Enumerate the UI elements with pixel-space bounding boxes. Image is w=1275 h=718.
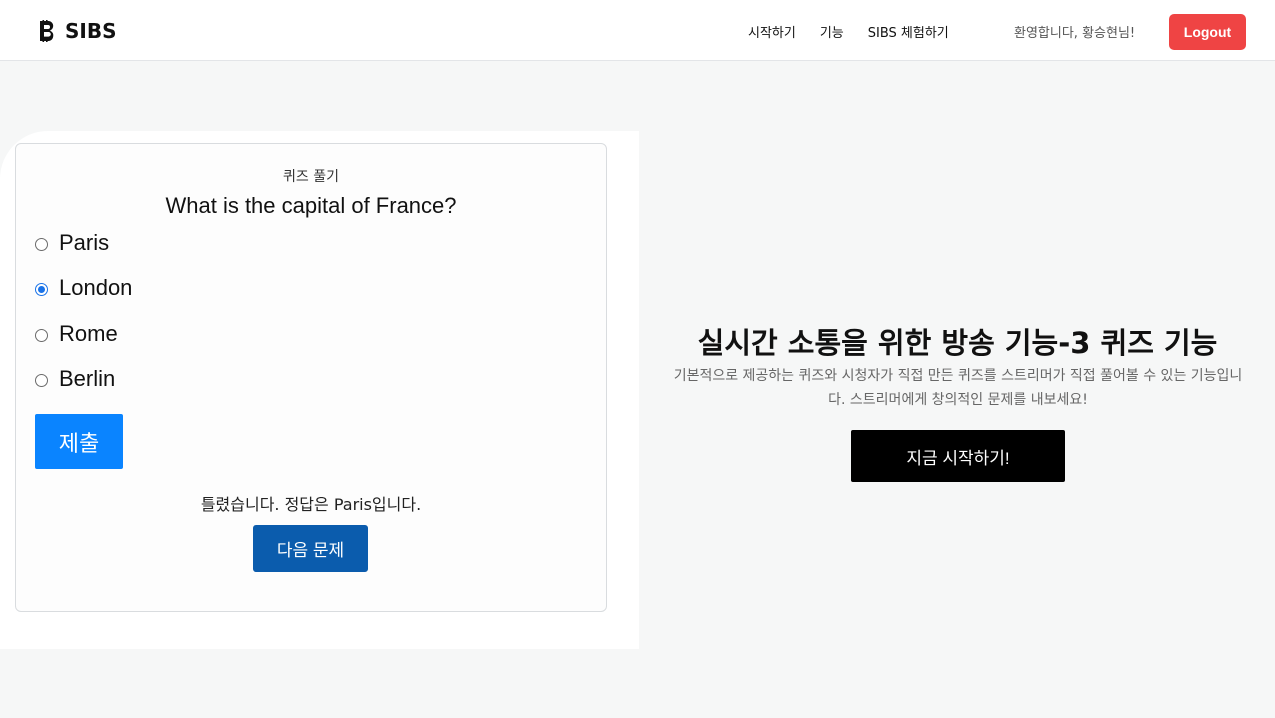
nav-features[interactable]: 기능 (820, 22, 844, 41)
main-nav: 시작하기 기능 SIBS 체험하기 (748, 22, 949, 41)
radio-button[interactable] (35, 328, 48, 342)
nav-try-sibs[interactable]: SIBS 체험하기 (868, 22, 949, 41)
brand[interactable]: SIBS (37, 19, 117, 43)
option-paris[interactable]: Paris (35, 228, 132, 273)
option-berlin[interactable]: Berlin (35, 364, 132, 409)
logout-button[interactable]: Logout (1169, 14, 1246, 50)
quiz-heading: 퀴즈 풀기 (283, 169, 339, 185)
logo-icon (40, 20, 54, 42)
option-label: Rome (59, 320, 118, 346)
radio-button-selected[interactable] (35, 283, 48, 297)
next-question-button[interactable]: 다음 문제 (253, 525, 368, 572)
option-label: London (59, 275, 133, 301)
option-label: Paris (59, 230, 110, 255)
answer-options: Paris London Rome Berlin (35, 228, 132, 409)
result-message: 틀렸습니다. 정답은 Paris입니다. (200, 495, 422, 514)
start-now-button[interactable]: 지금 시작하기! (851, 430, 1065, 482)
nav-start[interactable]: 시작하기 (748, 22, 796, 41)
option-rome[interactable]: Rome (35, 319, 132, 364)
brand-name: SIBS (65, 19, 117, 43)
feature-description: 기본적으로 제공하는 퀴즈와 시청자가 직접 만든 퀴즈를 스트리머가 직접 풀… (673, 368, 1243, 408)
welcome-message: 환영합니다, 황승현님! (1014, 26, 1136, 41)
option-london[interactable]: London (35, 273, 132, 318)
radio-button[interactable] (35, 373, 48, 387)
option-label: Berlin (59, 365, 116, 391)
quiz-question: What is the capital of France? (165, 193, 457, 218)
radio-button[interactable] (35, 238, 48, 251)
navbar: SIBS 시작하기 기능 SIBS 체험하기 환영합니다, 황승현님! Logo… (0, 0, 1275, 61)
submit-button[interactable]: 제출 (35, 414, 123, 469)
quiz-card: 퀴즈 풀기 What is the capital of France? Par… (15, 143, 607, 612)
feature-title: 실시간 소통을 위한 방송 기능-3 퀴즈 기능 (697, 326, 1218, 361)
